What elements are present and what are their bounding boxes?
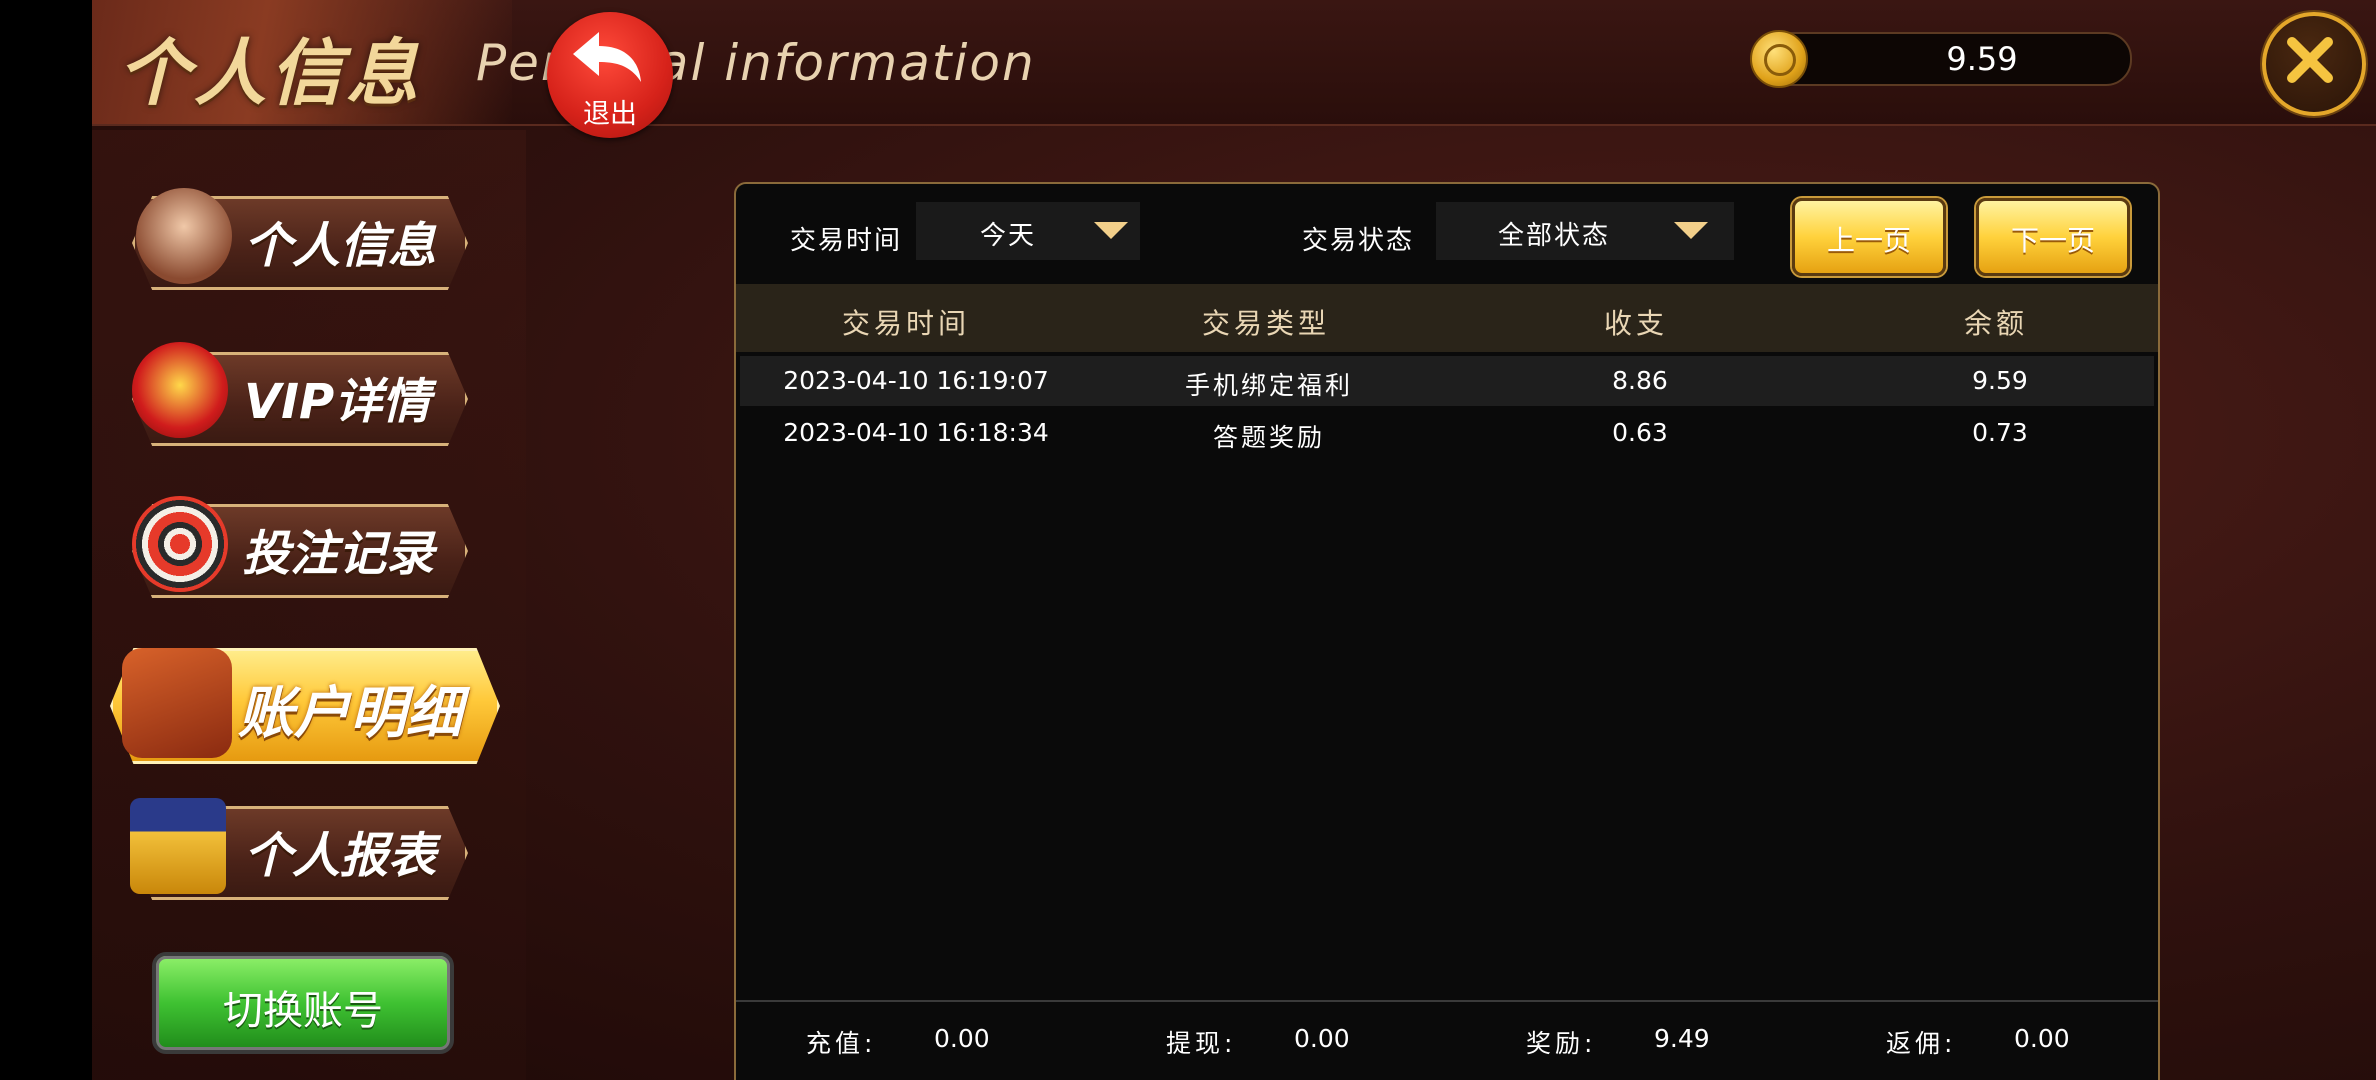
column-header: 交易时间 xyxy=(841,307,970,340)
sidebar-item-label: 个人信息 xyxy=(244,218,437,274)
chevron-down-icon xyxy=(1674,222,1708,239)
next-page-button[interactable]: 下一页 xyxy=(1976,198,2130,276)
chips-icon xyxy=(132,496,228,592)
back-arrow-icon xyxy=(573,32,641,82)
transactions-panel: 交易时间 今天 交易状态 全部状态 上一页 下一页 交易时间 交易类型 收支 余… xyxy=(734,182,2160,1080)
wallet-icon xyxy=(122,648,232,758)
rebate-label: 返佣: xyxy=(1886,1029,1957,1058)
close-icon xyxy=(2287,37,2333,83)
prev-page-button[interactable]: 上一页 xyxy=(1792,198,1946,276)
status-filter-value: 全部状态 xyxy=(1498,221,1611,251)
withdraw-value: 0.00 xyxy=(1294,1024,1350,1053)
switch-account-button[interactable]: 切换账号 xyxy=(152,952,454,1054)
table-row: 2023-04-10 16:19:07 手机绑定福利 8.86 9.59 xyxy=(740,356,2154,406)
back-button[interactable]: 退出 xyxy=(547,12,673,138)
time-filter-dropdown[interactable]: 今天 xyxy=(916,202,1140,260)
cell-amount: 8.86 xyxy=(1612,366,1668,395)
cell-amount: 0.63 xyxy=(1612,418,1668,447)
rebate-value: 0.00 xyxy=(2014,1024,2070,1053)
close-button[interactable] xyxy=(2262,12,2366,116)
sidebar: 个人信息 VIP详情 投注记录 账户明细 个人报表 切换账号 xyxy=(92,130,526,1080)
sidebar-item-label: 投注记录 xyxy=(242,526,435,582)
cell-balance: 0.73 xyxy=(1972,418,2028,447)
status-filter-dropdown[interactable]: 全部状态 xyxy=(1436,202,1734,260)
table-row: 2023-04-10 16:18:34 答题奖励 0.63 0.73 xyxy=(740,408,2154,458)
column-header: 交易类型 xyxy=(1201,307,1330,340)
cell-balance: 9.59 xyxy=(1972,366,2028,395)
prev-page-label: 上一页 xyxy=(1826,224,1911,257)
back-label: 退出 xyxy=(583,99,637,130)
cell-type: 手机绑定福利 xyxy=(1184,371,1353,400)
table-header: 交易时间 交易类型 收支 余额 xyxy=(736,284,2158,352)
withdraw-label: 提现: xyxy=(1166,1029,1237,1058)
next-page-label: 下一页 xyxy=(2010,224,2095,257)
recharge-value: 0.00 xyxy=(934,1024,990,1053)
header: 个人信息 Personal information 9.59 xyxy=(92,0,2376,126)
recharge-label: 充值: xyxy=(806,1029,877,1058)
chevron-down-icon xyxy=(1094,222,1128,239)
balance-value: 9.59 xyxy=(1946,40,2018,78)
gold-coin-icon xyxy=(1750,30,1808,88)
page-title: 个人信息 xyxy=(118,31,423,115)
reward-label: 奖励: xyxy=(1526,1029,1597,1058)
cell-time: 2023-04-10 16:19:07 xyxy=(783,366,1049,395)
reward-value: 9.49 xyxy=(1654,1024,1710,1053)
lady-avatar-icon xyxy=(136,188,232,284)
time-filter-label: 交易时间 xyxy=(790,226,903,256)
vip-crown-icon xyxy=(132,342,228,438)
switch-account-label: 切换账号 xyxy=(223,988,383,1034)
stage: 个人信息 Personal information 9.59 退出 个人信息 V… xyxy=(92,0,2376,1080)
cell-type: 答题奖励 xyxy=(1212,423,1325,452)
cell-time: 2023-04-10 16:18:34 xyxy=(783,418,1049,447)
left-edge xyxy=(0,0,92,1080)
summary-divider xyxy=(736,1000,2158,1002)
sidebar-item-label: 个人报表 xyxy=(244,828,437,884)
column-header: 余额 xyxy=(1963,307,2028,340)
coins-flag-icon xyxy=(130,798,226,894)
sidebar-item-label: VIP详情 xyxy=(244,374,431,430)
status-filter-label: 交易状态 xyxy=(1302,226,1415,256)
column-header: 收支 xyxy=(1603,307,1668,340)
sidebar-item-label: 账户明细 xyxy=(238,681,462,746)
time-filter-value: 今天 xyxy=(980,221,1037,251)
